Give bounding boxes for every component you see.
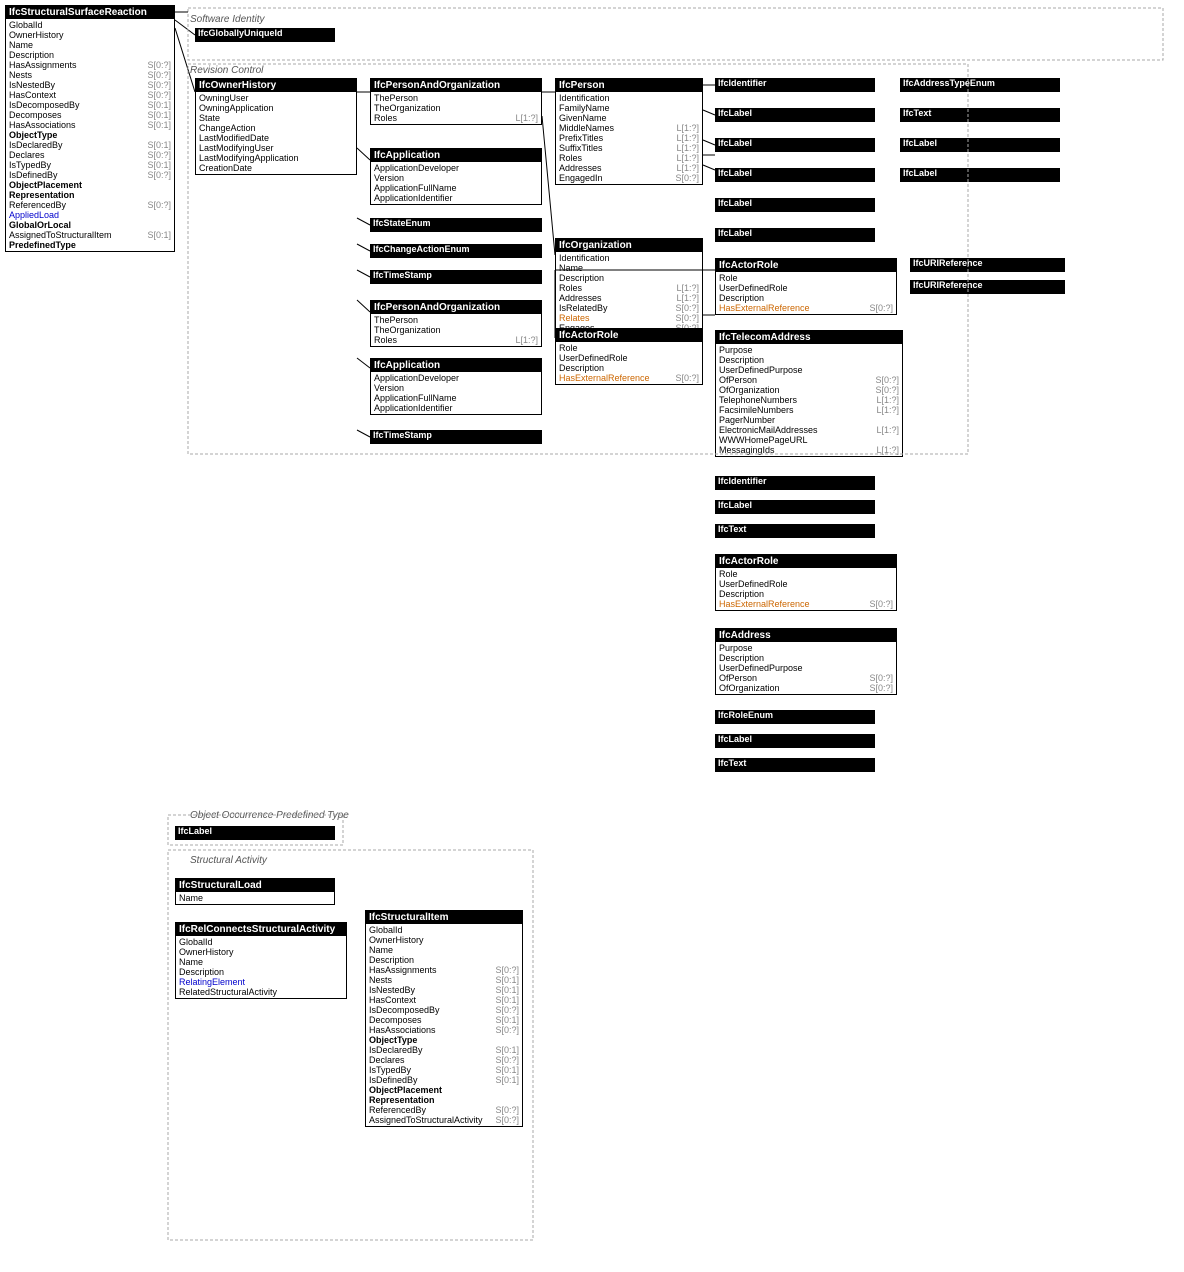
bar-ifc-label-7: IfcLabel <box>715 228 875 242</box>
box-ifc-organization: IfcOrganization Identification Name Desc… <box>555 238 703 335</box>
box-ifc-structural-load: IfcStructuralLoad Name <box>175 878 335 905</box>
section-object-occurrence: Object Occurrence Predefined Type <box>190 810 349 821</box>
bar-ifc-label-2: IfcLabel <box>715 138 875 152</box>
box-ifc-person-and-org-2: IfcPersonAndOrganization ThePerson TheOr… <box>370 300 542 347</box>
box-ifc-address: IfcAddress Purpose Description UserDefin… <box>715 628 897 695</box>
bar-ifc-label-predefined: IfcLabel <box>175 826 335 840</box>
box-ifc-actor-role-3: IfcActorRole Role UserDefinedRole Descri… <box>715 554 897 611</box>
diagram-container: Software Identity Revision Control Objec… <box>0 0 1184 1272</box>
box-ifc-person-and-org-1: IfcPersonAndOrganization ThePerson TheOr… <box>370 78 542 125</box>
box-ifc-application-2: IfcApplication ApplicationDeveloper Vers… <box>370 358 542 415</box>
bar-ifc-globally-unique-id: IfcGloballyUniqueId <box>195 28 335 42</box>
bar-ifc-state-enum: IfcStateEnum <box>370 218 542 232</box>
box-ifc-person: IfcPerson Identification FamilyName Give… <box>555 78 703 185</box>
section-structural-activity: Structural Activity <box>190 855 267 866</box>
bar-ifc-label-8: IfcLabel <box>715 500 875 514</box>
box-ifc-owner-history: IfcOwnerHistory OwningUser OwningApplica… <box>195 78 357 175</box>
bar-ifc-label-1: IfcLabel <box>715 108 875 122</box>
box-header: IfcStructuralSurfaceReaction <box>6 6 174 19</box>
bar-ifc-identifier-2: IfcIdentifier <box>715 476 875 490</box>
bar-ifc-text-1: IfcText <box>900 108 1060 122</box>
box-ifc-structural-surface-reaction: IfcStructuralSurfaceReaction GlobalId Ow… <box>5 5 175 252</box>
box-ifc-actor-role-1: IfcActorRole Role UserDefinedRole Descri… <box>555 328 703 385</box>
bar-ifc-label-4: IfcLabel <box>715 168 875 182</box>
box-ifc-structural-item: IfcStructuralItem GlobalId OwnerHistory … <box>365 910 523 1127</box>
box-ifc-rel-connects: IfcRelConnectsStructuralActivity GlobalI… <box>175 922 347 999</box>
section-revision-control: Revision Control <box>190 65 263 76</box>
box-body: GlobalId OwnerHistory Name Description H… <box>6 19 174 251</box>
bar-ifc-uri-reference-1: IfcURIReference <box>910 258 1065 272</box>
bar-ifc-uri-reference-2: IfcURIReference <box>910 280 1065 294</box>
bar-ifc-label-9: IfcLabel <box>715 734 875 748</box>
bar-ifc-text-2: IfcText <box>715 524 875 538</box>
bar-ifc-timestamp-2: IfcTimeStamp <box>370 430 542 444</box>
connectors-svg <box>0 0 1184 1272</box>
box-ifc-application-1: IfcApplication ApplicationDeveloper Vers… <box>370 148 542 205</box>
section-software-identity: Software Identity <box>190 14 264 25</box>
bar-ifc-change-action-enum: IfcChangeActionEnum <box>370 244 542 258</box>
bar-ifc-identifier-1: IfcIdentifier <box>715 78 875 92</box>
bar-ifc-label-3: IfcLabel <box>900 138 1060 152</box>
bar-ifc-text-3: IfcText <box>715 758 875 772</box>
bar-ifc-label-6: IfcLabel <box>715 198 875 212</box>
bar-ifc-address-type-enum: IfcAddressTypeEnum <box>900 78 1060 92</box>
bar-ifc-timestamp-1: IfcTimeStamp <box>370 270 542 284</box>
box-ifc-telecom-address: IfcTelecomAddress Purpose Description Us… <box>715 330 903 457</box>
box-ifc-actor-role-2: IfcActorRole Role UserDefinedRole Descri… <box>715 258 897 315</box>
bar-ifc-role-enum: IfcRoleEnum <box>715 710 875 724</box>
bar-ifc-label-5: IfcLabel <box>900 168 1060 182</box>
